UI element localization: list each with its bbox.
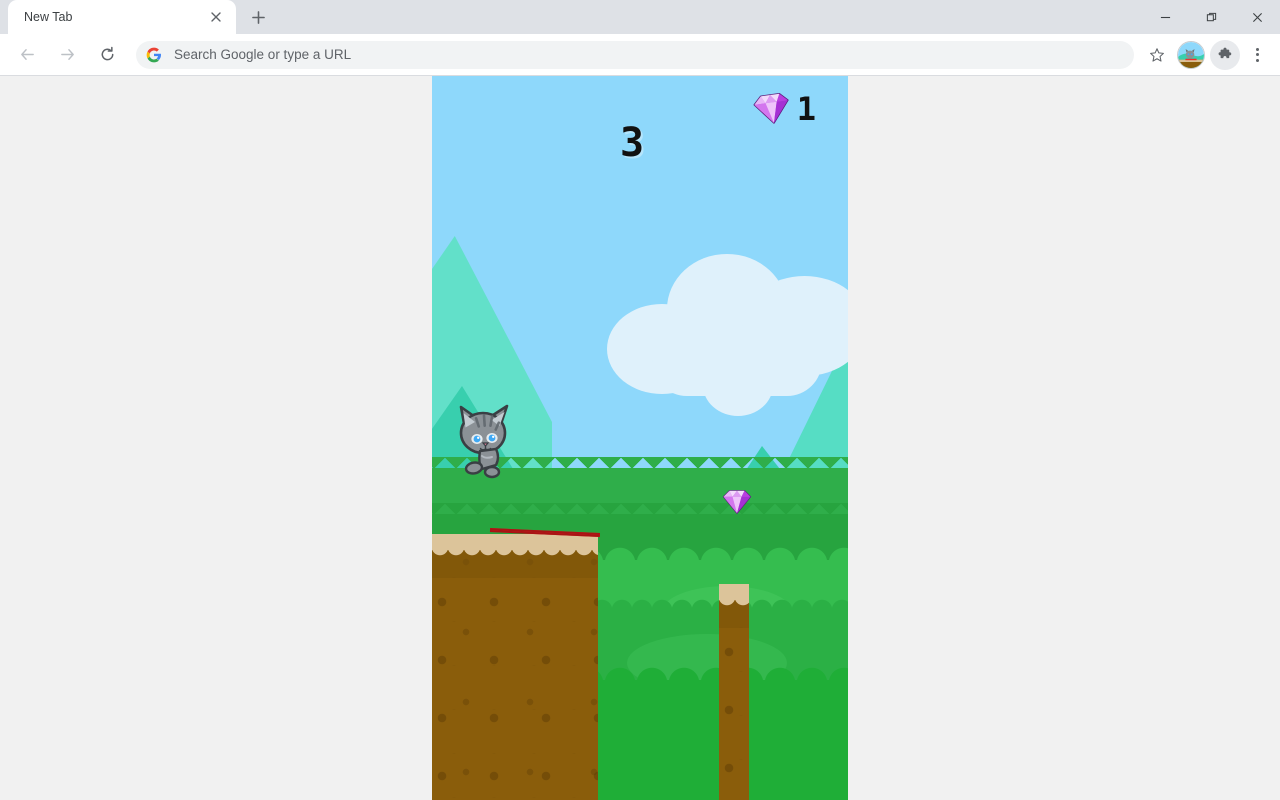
purple-gem-icon xyxy=(751,91,793,128)
player-cat xyxy=(452,399,524,479)
star-icon[interactable] xyxy=(1142,40,1172,70)
grass-gap-right xyxy=(749,740,848,800)
browser-window: New Tab Search Google or type a URL 3 1 xyxy=(0,0,1280,800)
tab-close-icon[interactable] xyxy=(204,5,228,29)
window-controls xyxy=(1142,0,1280,34)
minimize-icon[interactable] xyxy=(1142,0,1188,34)
tab-title: New Tab xyxy=(24,10,73,24)
reload-button[interactable] xyxy=(92,40,122,70)
cloud-puff xyxy=(703,354,773,416)
profile-avatar[interactable] xyxy=(1177,40,1205,69)
dot xyxy=(1255,58,1259,62)
page-content: 3 1 xyxy=(0,76,1280,800)
dot xyxy=(1255,47,1259,51)
browser-toolbar: Search Google or type a URL xyxy=(0,34,1280,76)
thin-pillar-platform xyxy=(719,584,749,800)
maximize-icon[interactable] xyxy=(1188,0,1234,34)
close-icon[interactable] xyxy=(1234,0,1280,34)
score-display: 3 xyxy=(620,120,644,166)
platform-cap xyxy=(719,584,749,609)
search-input[interactable]: Search Google or type a URL xyxy=(174,47,351,62)
tab-strip: New Tab xyxy=(0,0,1280,34)
cloud xyxy=(607,254,848,416)
new-tab-button[interactable] xyxy=(244,3,272,31)
main-ground-platform xyxy=(432,534,598,800)
omnibox[interactable]: Search Google or type a URL xyxy=(136,40,1134,69)
game-canvas[interactable]: 3 1 xyxy=(432,76,848,800)
three-dots-icon[interactable] xyxy=(1242,40,1272,70)
toolbar-actions xyxy=(1142,39,1272,70)
gem-counter: 1 xyxy=(753,90,816,128)
floating-gem[interactable] xyxy=(722,489,752,515)
dot xyxy=(1255,53,1259,56)
puzzle-piece-icon[interactable] xyxy=(1210,39,1240,70)
grass-gap-left xyxy=(598,740,719,800)
google-g-icon xyxy=(146,47,162,63)
back-button[interactable] xyxy=(12,40,42,70)
gem-count: 1 xyxy=(796,90,816,128)
tab-new-tab[interactable]: New Tab xyxy=(8,0,236,34)
laser-core xyxy=(489,528,601,537)
forward-button[interactable] xyxy=(52,40,82,70)
